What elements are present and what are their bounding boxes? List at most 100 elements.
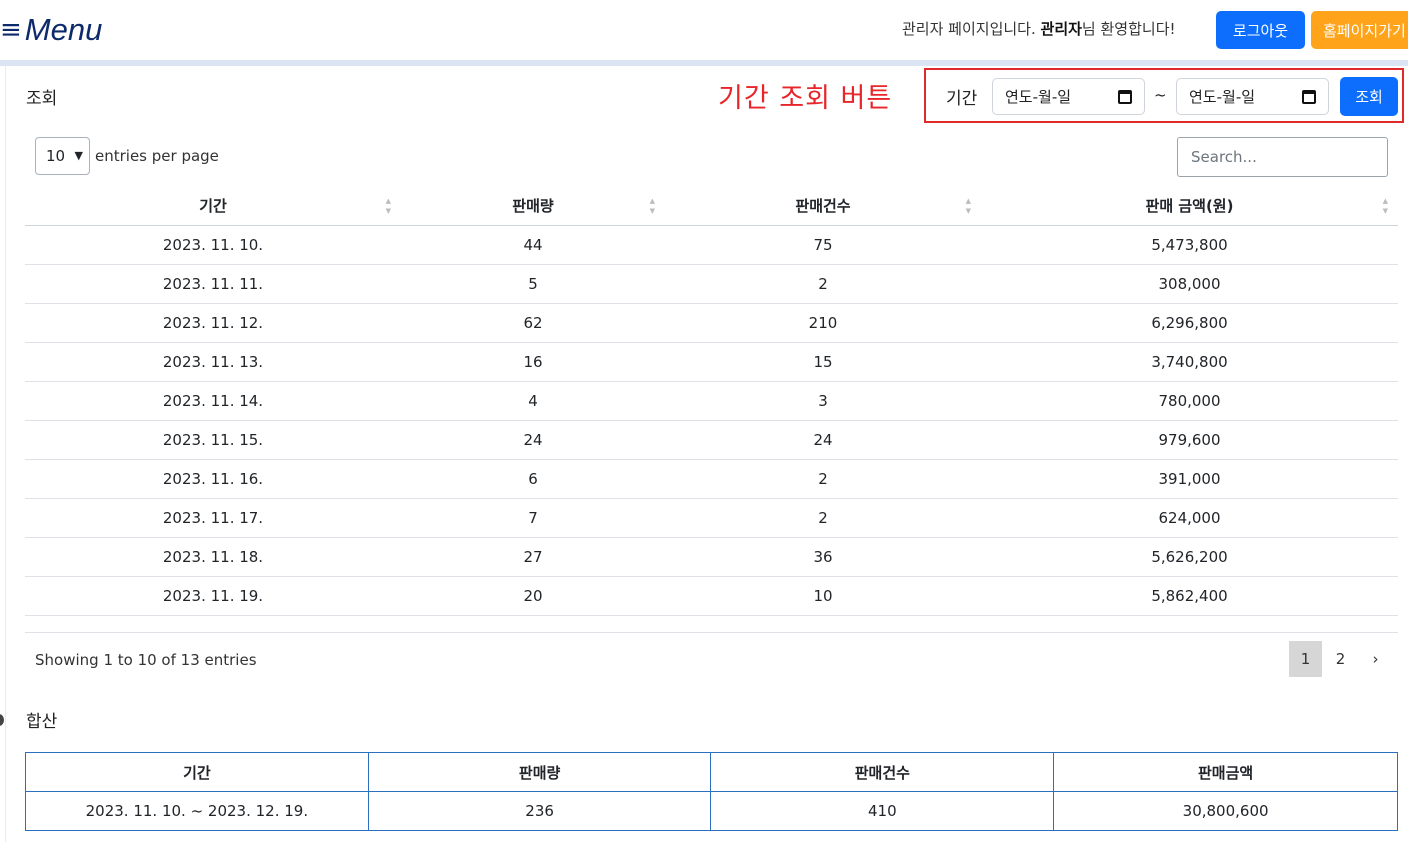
table-bottom-divider	[25, 632, 1398, 633]
search-input[interactable]: Search...	[1177, 137, 1388, 177]
page-button-2[interactable]: 2	[1324, 641, 1357, 677]
cell-count: 36	[665, 537, 981, 577]
table-row: 2023. 11. 10. 44 75 5,473,800	[25, 225, 1398, 265]
calendar-icon[interactable]	[1302, 89, 1316, 104]
cell-count: 15	[665, 342, 981, 382]
cell-period: 2023. 11. 18.	[25, 537, 401, 577]
cell-period: 2023. 11. 19.	[25, 576, 401, 616]
column-header-label: 판매건수	[795, 197, 851, 215]
summary-row: 2023. 11. 10. ~ 2023. 12. 19. 236 410 30…	[25, 791, 1398, 831]
per-page-label: entries per page	[95, 147, 219, 165]
cell-count: 75	[665, 225, 981, 265]
cell-period: 2023. 11. 11.	[25, 264, 401, 304]
hamburger-icon: ≡	[0, 15, 22, 45]
table-row: 2023. 11. 14. 4 3 780,000	[25, 381, 1398, 421]
cell-quantity: 5	[401, 264, 665, 304]
query-section-title: 조회	[26, 89, 58, 109]
table-row: 2023. 11. 19. 20 10 5,862,400	[25, 576, 1398, 616]
summary-header-count: 판매건수	[710, 752, 1055, 792]
cell-quantity: 24	[401, 420, 665, 460]
calendar-icon[interactable]	[1118, 89, 1132, 104]
cell-count: 3	[665, 381, 981, 421]
summary-header-amount: 판매금액	[1053, 752, 1398, 792]
cell-quantity: 44	[401, 225, 665, 265]
logout-button[interactable]: 로그아웃	[1216, 11, 1305, 49]
chevron-down-icon: ▼	[74, 149, 83, 162]
cell-quantity: 20	[401, 576, 665, 616]
per-page-value: 10	[46, 147, 66, 165]
column-header-label: 판매량	[512, 197, 554, 215]
column-header-label: 판매 금액(원)	[1145, 197, 1234, 215]
summary-header-period: 기간	[25, 752, 369, 792]
cell-period: 2023. 11. 10.	[25, 225, 401, 265]
sidebar-toggle-handle[interactable]	[0, 714, 4, 726]
table-row: 2023. 11. 15. 24 24 979,600	[25, 420, 1398, 460]
cell-count: 210	[665, 303, 981, 343]
sort-icon[interactable]: ▲ ▼	[1383, 196, 1388, 216]
cell-period: 2023. 11. 17.	[25, 498, 401, 538]
cell-amount: 624,000	[981, 498, 1398, 538]
cell-count: 10	[665, 576, 981, 616]
entries-summary: Showing 1 to 10 of 13 entries	[35, 651, 257, 669]
menu-button[interactable]: ≡ Menu	[0, 10, 102, 50]
pagination: 1 2 ›	[1289, 641, 1394, 677]
table-header-row: 기간 ▲ ▼ 판매량 ▲ ▼ 판매건수 ▲ ▼ 판매 금액(원) ▲ ▼	[25, 186, 1398, 226]
cell-quantity: 62	[401, 303, 665, 343]
summary-cell-quantity: 236	[367, 791, 712, 831]
sort-icon[interactable]: ▲ ▼	[650, 196, 655, 216]
sort-icon[interactable]: ▲ ▼	[386, 196, 391, 216]
cell-period: 2023. 11. 14.	[25, 381, 401, 421]
cell-amount: 3,740,800	[981, 342, 1398, 382]
summary-section-title: 합산	[26, 712, 58, 732]
date-range-separator: ~	[1154, 86, 1167, 104]
cell-quantity: 6	[401, 459, 665, 499]
sort-icon[interactable]: ▲ ▼	[966, 196, 971, 216]
cell-amount: 780,000	[981, 381, 1398, 421]
period-label: 기간	[946, 89, 978, 109]
welcome-message: 관리자 페이지입니다. 관리자님 환영합니다!	[902, 18, 1176, 39]
page-button-1[interactable]: 1	[1289, 641, 1322, 677]
homepage-button[interactable]: 홈페이지가기	[1311, 11, 1408, 49]
summary-table: 기간 판매량 판매건수 판매금액 2023. 11. 10. ~ 2023. 1…	[25, 752, 1398, 831]
search-placeholder: Search...	[1191, 148, 1257, 166]
sales-table: 기간 ▲ ▼ 판매량 ▲ ▼ 판매건수 ▲ ▼ 판매 금액(원) ▲ ▼ 2023. 11. 1…	[25, 186, 1398, 616]
cell-count: 24	[665, 420, 981, 460]
cell-period: 2023. 11. 12.	[25, 303, 401, 343]
summary-header-quantity: 판매량	[367, 752, 712, 792]
cell-period: 2023. 11. 13.	[25, 342, 401, 382]
table-row: 2023. 11. 12. 62 210 6,296,800	[25, 303, 1398, 343]
table-row: 2023. 11. 16. 6 2 391,000	[25, 459, 1398, 499]
cell-amount: 979,600	[981, 420, 1398, 460]
column-header-count[interactable]: 판매건수 ▲ ▼	[665, 186, 981, 226]
cell-amount: 6,296,800	[981, 303, 1398, 343]
query-button[interactable]: 조회	[1340, 77, 1398, 116]
top-bar: ≡ Menu 관리자 페이지입니다. 관리자님 환영합니다! 로그아웃 홈페이지…	[0, 0, 1408, 60]
welcome-user: 관리자	[1040, 20, 1082, 38]
cell-amount: 308,000	[981, 264, 1398, 304]
table-row: 2023. 11. 11. 5 2 308,000	[25, 264, 1398, 304]
start-date-input[interactable]: 연도-월-일	[992, 78, 1145, 115]
cell-count: 2	[665, 459, 981, 499]
cell-quantity: 16	[401, 342, 665, 382]
cell-count: 2	[665, 264, 981, 304]
column-header-quantity[interactable]: 판매량 ▲ ▼	[401, 186, 665, 226]
next-page-button[interactable]: ›	[1359, 641, 1392, 677]
summary-cell-amount: 30,800,600	[1053, 791, 1398, 831]
end-date-input[interactable]: 연도-월-일	[1176, 78, 1329, 115]
summary-cell-count: 410	[710, 791, 1055, 831]
cell-period: 2023. 11. 16.	[25, 459, 401, 499]
per-page-select[interactable]: 10 ▼	[35, 137, 90, 175]
summary-header-row: 기간 판매량 판매건수 판매금액	[25, 752, 1398, 792]
table-row: 2023. 11. 18. 27 36 5,626,200	[25, 537, 1398, 577]
cell-amount: 5,862,400	[981, 576, 1398, 616]
start-date-placeholder: 연도-월-일	[1005, 88, 1072, 106]
cell-quantity: 27	[401, 537, 665, 577]
annotation-label: 기간 조회 버튼	[718, 83, 893, 114]
menu-label: Menu	[24, 12, 103, 47]
column-header-period[interactable]: 기간 ▲ ▼	[25, 186, 401, 226]
column-header-label: 기간	[199, 197, 227, 215]
end-date-placeholder: 연도-월-일	[1189, 88, 1256, 106]
cell-count: 2	[665, 498, 981, 538]
cell-period: 2023. 11. 15.	[25, 420, 401, 460]
column-header-amount[interactable]: 판매 금액(원) ▲ ▼	[981, 186, 1398, 226]
